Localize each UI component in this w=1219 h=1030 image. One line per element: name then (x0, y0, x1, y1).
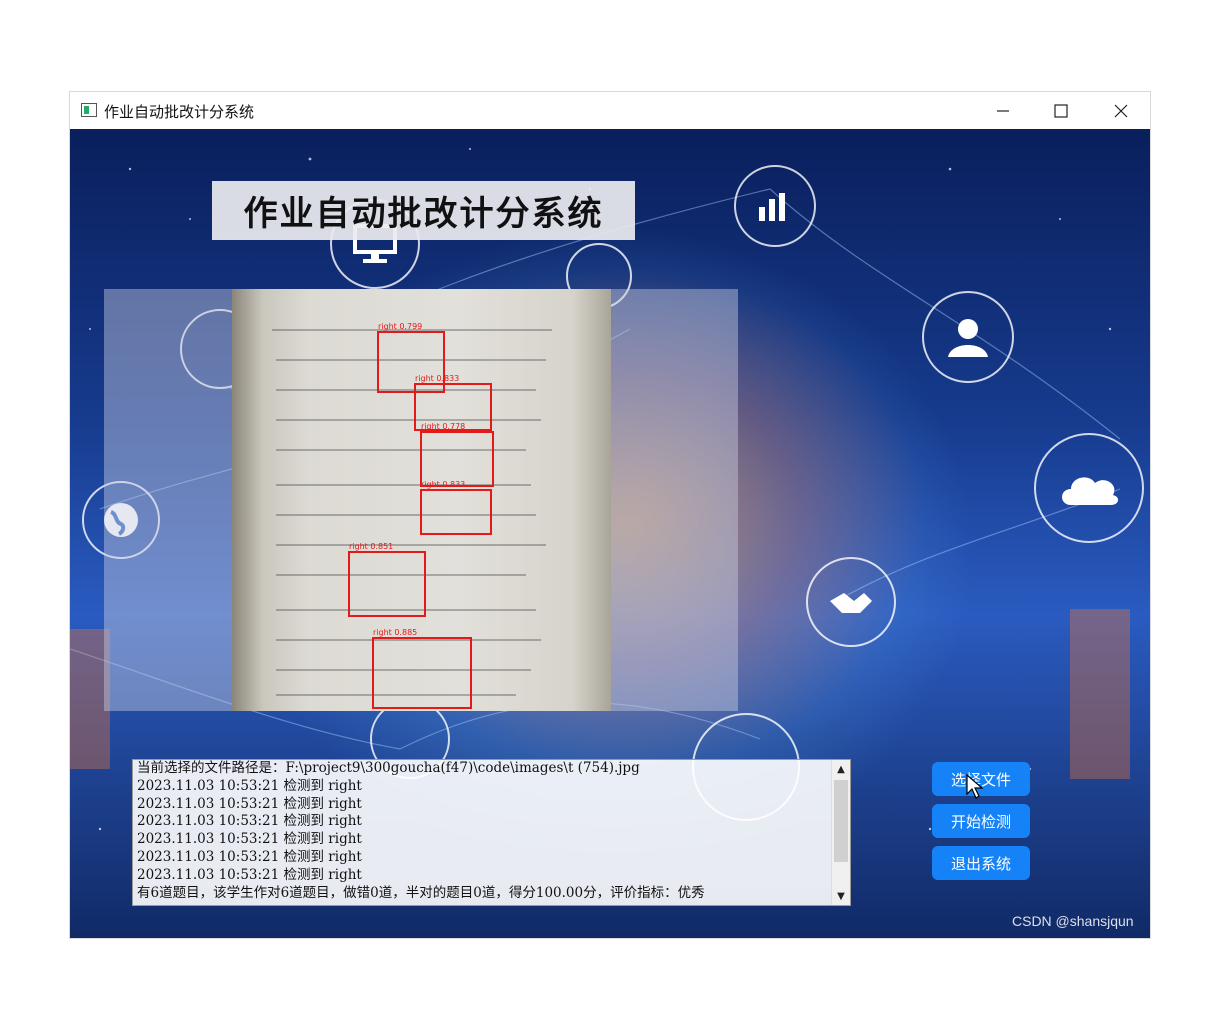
log-output-textarea[interactable]: 当前选择的文件路径是：F:\project9\300goucha(f47)\co… (132, 759, 851, 906)
page-title: 作业自动批改计分系统 (243, 194, 604, 234)
user-profile-icon (922, 291, 1014, 383)
app-window: 作业自动批改计分系统 作业自动批改计分系统 right 0.799 right … (70, 92, 1150, 938)
log-line: 2023.11.03 10:53:21 检测到 right (137, 795, 362, 812)
mouse-cursor-icon (966, 774, 984, 799)
start-detect-button[interactable]: 开始检测 (932, 804, 1030, 838)
detection-label: right 0.833 (415, 374, 460, 383)
handshake-icon (806, 557, 896, 647)
window-titlebar[interactable]: 作业自动批改计分系统 (70, 92, 1150, 129)
cloud-icon (1034, 433, 1144, 543)
maximize-icon (1054, 103, 1068, 118)
detection-label: right 0.799 (378, 322, 423, 331)
window-title: 作业自动批改计分系统 (104, 103, 255, 121)
window-app-icon (81, 103, 97, 117)
detection-label: right 0.851 (349, 542, 394, 551)
scroll-thumb[interactable] (834, 780, 848, 862)
image-display-panel: right 0.799 right 0.833 right 0.778 righ… (104, 289, 738, 711)
detection-box: right 0.778 (420, 422, 494, 487)
log-line: 2023.11.03 10:53:21 检测到 right (137, 813, 362, 830)
log-line: 2023.11.03 10:53:21 检测到 right (137, 848, 362, 865)
detection-box: right 0.833 (420, 480, 492, 535)
log-line: 当前选择的文件路径是：F:\project9\300goucha(f47)\co… (137, 760, 640, 776)
close-button[interactable] (1092, 92, 1150, 129)
detection-label: right 0.885 (373, 628, 418, 637)
log-line: 2023.11.03 10:53:21 检测到 right (137, 831, 362, 848)
log-scrollbar[interactable]: ▲ ▼ (831, 760, 850, 905)
scroll-up-icon[interactable]: ▲ (832, 760, 850, 778)
log-line: 2023.11.03 10:53:21 检测到 right (137, 866, 362, 883)
maximize-button[interactable] (1032, 92, 1090, 129)
close-icon (1114, 104, 1128, 117)
homework-photo: right 0.799 right 0.833 right 0.778 righ… (232, 289, 611, 711)
detection-label: right 0.778 (421, 422, 466, 431)
minimize-icon (997, 109, 1009, 112)
scroll-down-icon[interactable]: ▼ (832, 887, 850, 905)
exit-system-button[interactable]: 退出系统 (932, 846, 1030, 880)
log-lines: 当前选择的文件路径是：F:\project9\300goucha(f47)\co… (137, 760, 830, 902)
chart-bar-icon (734, 165, 816, 247)
detection-box: right 0.851 (348, 542, 426, 617)
detection-box: right 0.885 (372, 628, 472, 709)
log-line: 有6道题目，该学生作对6道题目，做错0道，半对的题目0道，得分100.00分，评… (137, 884, 705, 901)
minimize-button[interactable] (974, 92, 1032, 129)
log-line: 2023.11.03 10:53:21 检测到 right (137, 777, 362, 794)
detection-label: right 0.833 (421, 480, 466, 489)
csdn-watermark: CSDN @shansjqun (1012, 913, 1134, 929)
main-background: 作业自动批改计分系统 right 0.799 right 0.833 right (70, 129, 1150, 938)
system-title-banner: 作业自动批改计分系统 (212, 181, 635, 240)
